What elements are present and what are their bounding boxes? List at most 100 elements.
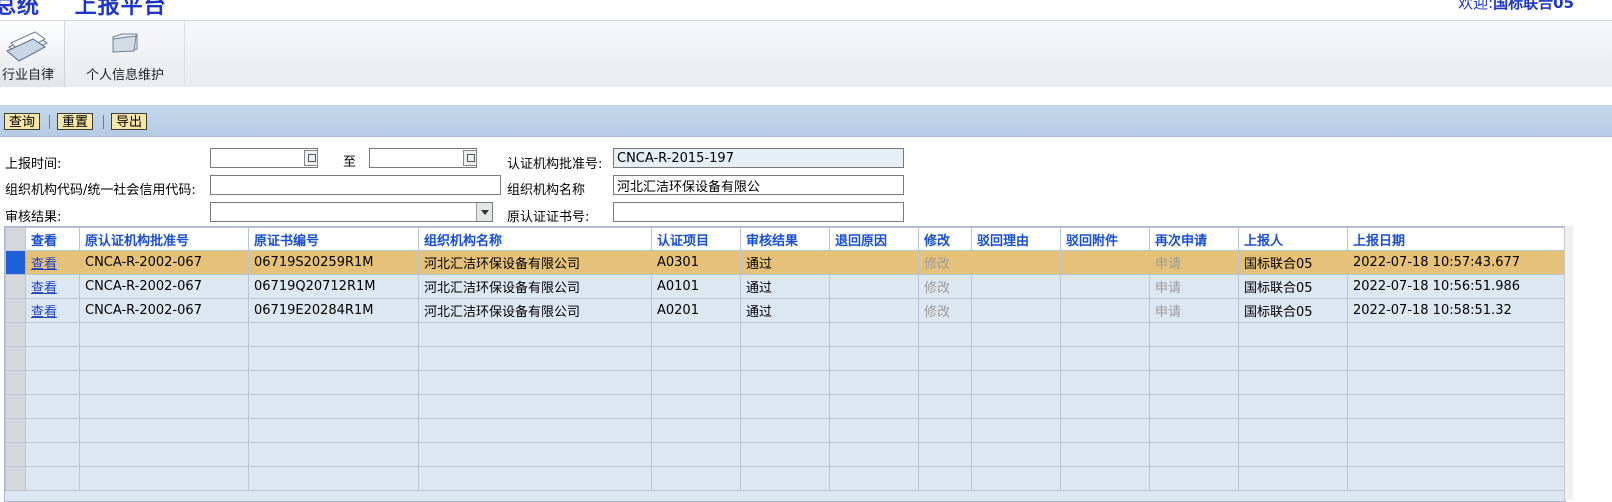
cell-project: A0101 — [651, 274, 741, 299]
orig-cert-no-input[interactable] — [613, 202, 904, 222]
results-grid: 查看 原认证机构批准号 原证书编号 组织机构名称 认证项目 审核结果 退回原因 … — [4, 226, 1566, 502]
cell-report-date: 2022-07-18 10:58:51.32 — [1347, 298, 1565, 323]
row-selector-header — [5, 227, 26, 251]
cell-reject-reason — [971, 250, 1061, 275]
nav-item-industry-self-discipline[interactable]: 行业自律 — [0, 21, 65, 87]
cell-result: 通过 — [740, 250, 830, 275]
cell-cert-no: 06719E20284R1M — [248, 298, 419, 323]
nav-label-personal: 个人信息维护 — [85, 68, 164, 83]
empty-row — [5, 322, 1565, 347]
table-row[interactable]: 查看 CNCA-R-2002-067 06719E20284R1M 河北汇洁环保… — [5, 298, 1565, 323]
column-header[interactable]: 组织机构名称 — [418, 227, 652, 251]
approval-no-input[interactable] — [613, 148, 904, 168]
column-header[interactable]: 上报人 — [1238, 227, 1348, 251]
calendar-icon[interactable] — [304, 150, 318, 166]
header-row: 查看 原认证机构批准号 原证书编号 组织机构名称 认证项目 审核结果 退回原因 … — [5, 227, 1565, 251]
modify-link: 修改 — [918, 298, 972, 323]
cell-reporter: 国标联合05 — [1238, 298, 1348, 323]
modify-link: 修改 — [918, 274, 972, 299]
column-header[interactable]: 上报日期 — [1347, 227, 1565, 251]
empty-row — [5, 418, 1565, 443]
report-time-label: 上报时间: — [5, 157, 62, 172]
documents-icon — [5, 29, 51, 67]
review-result-label: 审核结果: — [5, 210, 62, 225]
cell-return-reason — [829, 250, 919, 275]
cell-org-name: 河北汇洁环保设备有限公司 — [418, 274, 652, 299]
row-selector[interactable] — [5, 298, 26, 323]
review-result-select[interactable] — [210, 202, 493, 222]
empty-row — [5, 346, 1565, 371]
cell-return-reason — [829, 298, 919, 323]
nav-bar: 行业自律 个人信息维护 — [0, 20, 1612, 88]
nav-item-personal-info[interactable]: 个人信息维护 — [66, 21, 185, 87]
column-header[interactable]: 退回原因 — [829, 227, 919, 251]
cell-reject-attachment — [1060, 274, 1150, 299]
view-link[interactable]: 查看 — [31, 305, 57, 320]
reapply-link: 申请 — [1149, 298, 1239, 323]
to-label: 至 — [343, 155, 357, 170]
column-header[interactable]: 原认证机构批准号 — [79, 227, 249, 251]
empty-row — [5, 466, 1565, 491]
toolbar-divider — [103, 115, 104, 129]
org-name-label: 组织机构名称 — [507, 183, 586, 198]
cell-project: A0301 — [651, 250, 741, 275]
title-bar: 总统 上报平台 欢迎:国标联合05 — [0, 0, 1612, 20]
cell-approval-no: CNCA-R-2002-067 — [79, 250, 249, 275]
row-selector — [5, 322, 26, 347]
vertical-scrollbar[interactable] — [1564, 226, 1573, 500]
column-header[interactable]: 驳回附件 — [1060, 227, 1150, 251]
cell-reject-reason — [971, 274, 1061, 299]
report-time-to-input[interactable] — [369, 148, 477, 168]
cell-reject-attachment — [1060, 298, 1150, 323]
view-link[interactable]: 查看 — [31, 281, 57, 296]
orig-cert-no-label: 原认证证书号: — [507, 210, 590, 225]
cell-reporter: 国标联合05 — [1238, 250, 1348, 275]
welcome-user: 国标联合05 — [1493, 0, 1574, 12]
chevron-down-icon[interactable] — [476, 203, 492, 221]
column-header[interactable]: 认证项目 — [651, 227, 741, 251]
cell-cert-no: 06719Q20712R1M — [248, 274, 419, 299]
row-selector[interactable] — [5, 274, 26, 299]
cell-approval-no: CNCA-R-2002-067 — [79, 274, 249, 299]
row-selector[interactable] — [5, 250, 26, 275]
query-button[interactable]: 查询 — [4, 113, 41, 130]
row-selector — [5, 442, 26, 467]
column-header[interactable]: 审核结果 — [740, 227, 830, 251]
column-header[interactable]: 再次申请 — [1149, 227, 1239, 251]
cell-result: 通过 — [740, 298, 830, 323]
org-name-input[interactable] — [613, 175, 904, 195]
results-table: 查看 原认证机构批准号 原证书编号 组织机构名称 认证项目 审核结果 退回原因 … — [5, 227, 1565, 491]
cell-reject-attachment — [1060, 250, 1150, 275]
calendar-icon[interactable] — [463, 150, 477, 166]
welcome-text: 欢迎:国标联合05 — [1458, 0, 1574, 13]
cell-return-reason — [829, 274, 919, 299]
row-selector — [5, 370, 26, 395]
table-row[interactable]: 查看 CNCA-R-2002-067 06719Q20712R1M 河北汇洁环保… — [5, 274, 1565, 299]
row-selector — [5, 418, 26, 443]
reapply-link: 申请 — [1149, 250, 1239, 275]
column-header[interactable]: 驳回理由 — [971, 227, 1061, 251]
separator-band — [0, 87, 1612, 106]
report-time-from-input[interactable] — [210, 148, 318, 168]
org-code-input[interactable] — [210, 175, 501, 195]
reset-button[interactable]: 重置 — [57, 113, 94, 130]
cell-reporter: 国标联合05 — [1238, 274, 1348, 299]
empty-row — [5, 394, 1565, 419]
system-title: 总统 上报平台 — [0, 0, 167, 19]
export-button[interactable]: 导出 — [111, 113, 148, 130]
cell-org-name: 河北汇洁环保设备有限公司 — [418, 250, 652, 275]
org-code-label: 组织机构代码/统一社会信用代码: — [5, 183, 196, 198]
modify-link: 修改 — [918, 250, 972, 275]
column-header[interactable]: 修改 — [918, 227, 972, 251]
cell-report-date: 2022-07-18 10:57:43.677 — [1347, 250, 1565, 275]
column-header[interactable]: 原证书编号 — [248, 227, 419, 251]
view-link[interactable]: 查看 — [31, 257, 57, 272]
empty-row — [5, 442, 1565, 467]
column-header[interactable]: 查看 — [25, 227, 80, 251]
toolbar: 查询 重置 导出 — [0, 106, 1612, 137]
empty-row — [5, 370, 1565, 395]
cell-project: A0201 — [651, 298, 741, 323]
cell-cert-no: 06719S20259R1M — [248, 250, 419, 275]
welcome-prefix: 欢迎: — [1458, 0, 1494, 12]
table-row[interactable]: 查看 CNCA-R-2002-067 06719S20259R1M 河北汇洁环保… — [5, 250, 1565, 275]
